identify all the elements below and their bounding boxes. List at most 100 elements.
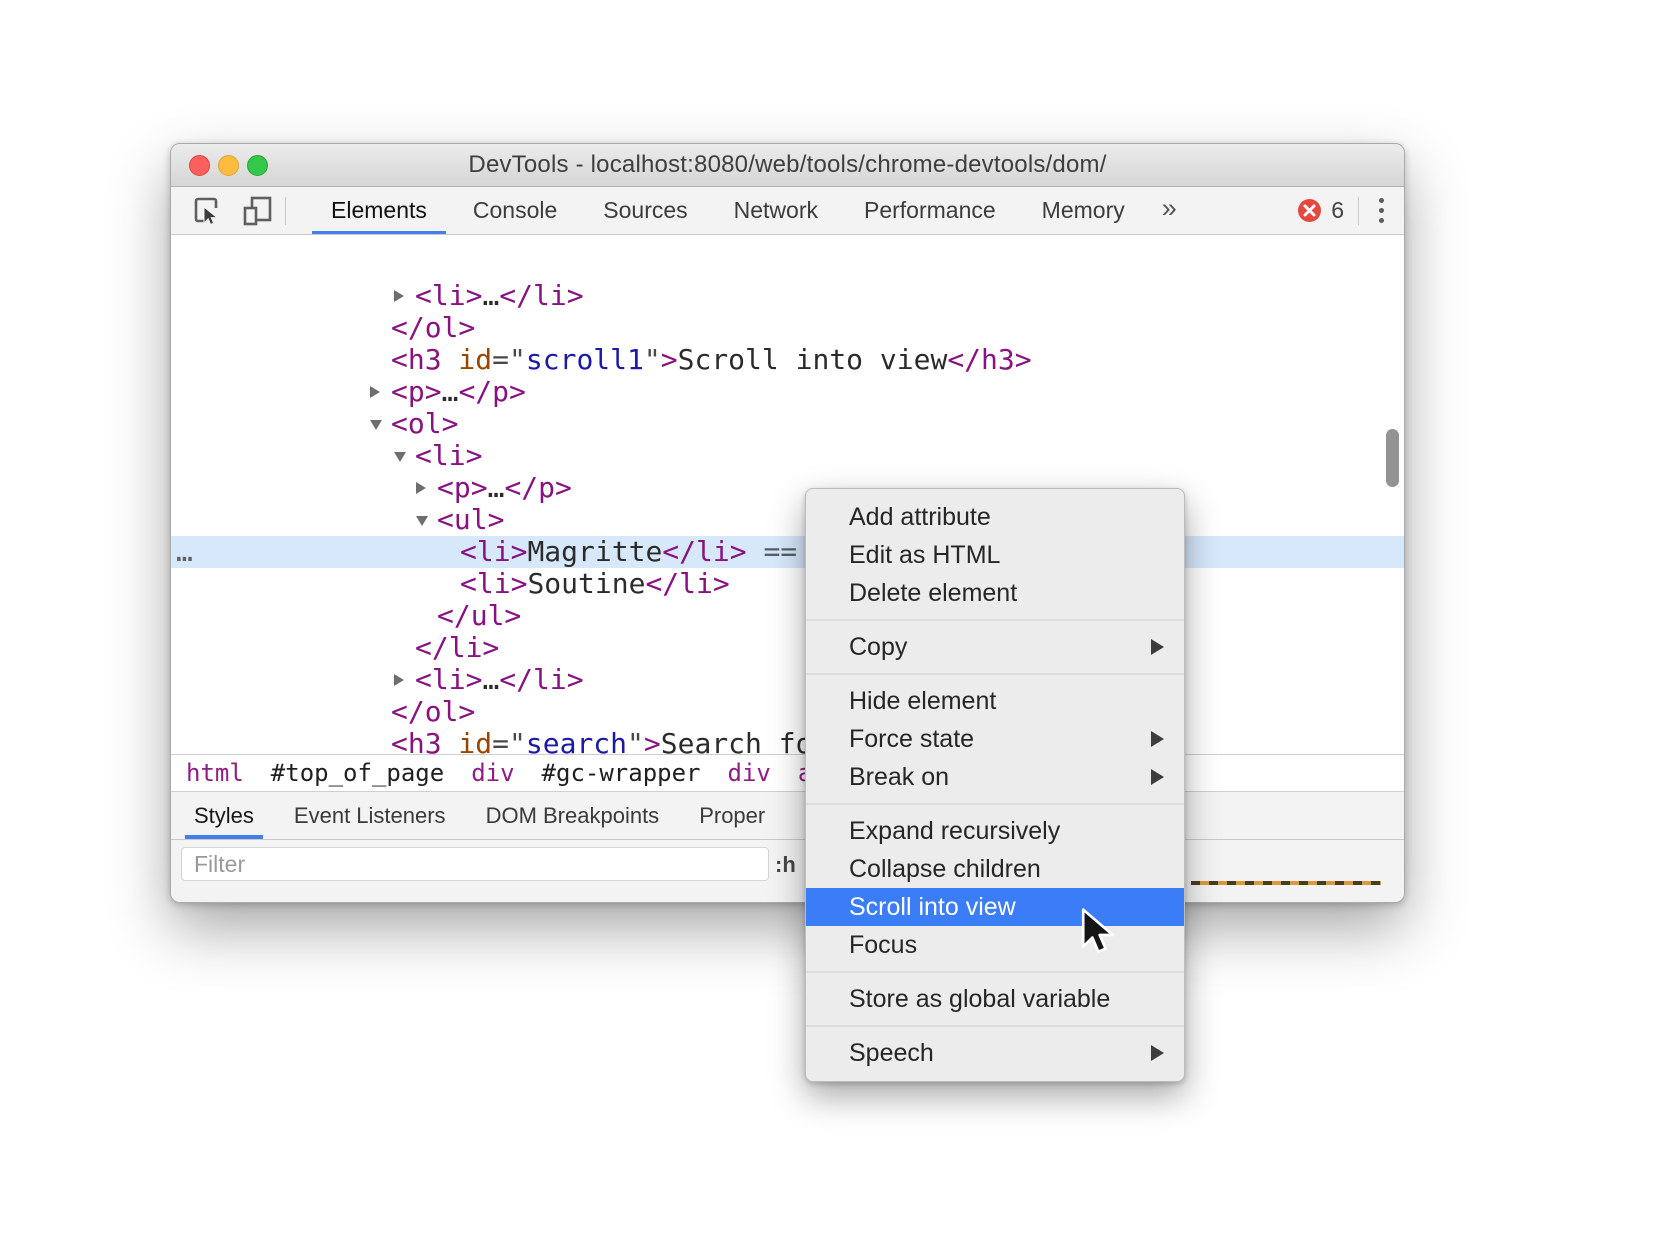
sidebar-tab-event-listeners[interactable]: Event Listeners [285,792,455,839]
dom-node-text: </li> [171,632,499,664]
dom-node-text: </ul> [171,600,521,632]
menu-item-label: Add attribute [849,503,991,532]
dom-node-row[interactable]: <h3 id="scroll1">Scroll into view</h3> [171,344,1404,376]
devtools-toolbar: ElementsConsoleSourcesNetworkPerformance… [171,187,1404,235]
dom-node-row[interactable]: <ul> [171,504,1404,536]
menu-item-edit-as-html[interactable]: Edit as HTML [806,536,1184,574]
collapse-arrow-icon[interactable] [394,452,406,462]
device-toolbar-icon[interactable] [241,194,275,228]
more-tabs-chevron[interactable]: » [1148,193,1191,224]
row-overflow-dots[interactable]: … [176,536,195,568]
menu-item-label: Speech [849,1039,934,1068]
toolbar-right: 6 [1297,197,1404,225]
sidebar-tab-proper[interactable]: Proper [690,792,774,839]
devtools-window: DevTools - localhost:8080/web/tools/chro… [170,143,1405,903]
toolbar-divider-2 [1358,197,1359,225]
dom-node-text: <li>…</li> [171,664,584,696]
breadcrumb: html#top_of_pagediv#gc-wrapperdivarticle [171,754,1404,792]
tab-console[interactable]: Console [450,187,580,234]
menu-item-force-state[interactable]: Force state [806,720,1184,758]
menu-item-label: Collapse children [849,855,1041,884]
tab-memory[interactable]: Memory [1019,187,1148,234]
dom-node-row[interactable]: <p>…</p> [171,472,1404,504]
expand-arrow-icon[interactable] [394,290,404,302]
tab-network[interactable]: Network [711,187,841,234]
dom-node-text: <ol> [171,408,458,440]
breadcrumb-item-top-of-page[interactable]: #top_of_page [271,759,444,787]
breadcrumb-item-gc-wrapper[interactable]: #gc-wrapper [542,759,701,787]
menu-separator [806,673,1184,675]
error-count: 6 [1331,197,1344,224]
menu-item-speech[interactable]: Speech [806,1034,1184,1072]
window-title: DevTools - localhost:8080/web/tools/chro… [171,151,1404,179]
menu-item-copy[interactable]: Copy [806,628,1184,666]
dom-node-text: <h3 id="search">Search for node [171,728,914,754]
menu-item-label: Copy [849,633,907,662]
dom-node-text: <li>Magritte</li> == $0 [171,536,848,568]
inspect-element-icon[interactable] [189,194,223,228]
menu-item-collapse-children[interactable]: Collapse children [806,850,1184,888]
dom-node-text: </ol> [171,312,475,344]
menu-item-focus[interactable]: Focus [806,926,1184,964]
dom-node-row[interactable]: <li>…</li> [171,280,1404,312]
expand-arrow-icon[interactable] [370,386,380,398]
toolbar-divider [285,197,286,225]
menu-item-add-attribute[interactable]: Add attribute [806,498,1184,536]
dom-node-row[interactable]: <h3 id="search">Search for node [171,728,1404,754]
vertical-scrollbar-thumb[interactable] [1386,429,1399,487]
dom-node-row[interactable]: <li>…</li> [171,664,1404,696]
menu-item-store-as-global-variable[interactable]: Store as global variable [806,980,1184,1018]
screen: { "titlebar": { "title": "DevTools - loc… [0,0,1672,1260]
styles-filter-input[interactable] [181,847,769,881]
context-menu: Add attribute Edit as HTMLDelete element C… [805,488,1185,1082]
tab-performance[interactable]: Performance [841,187,1019,234]
menu-item-label: Scroll into view [849,893,1016,922]
menu-separator [806,971,1184,973]
collapse-arrow-icon[interactable] [370,420,382,430]
more-options-icon[interactable] [1373,198,1404,223]
dom-node-row[interactable]: <li> [171,440,1404,472]
menu-item-label: Focus [849,931,917,960]
menu-item-delete-element[interactable]: Delete element [806,574,1184,612]
breadcrumb-item-div[interactable]: div [728,759,771,787]
menu-item-label: Store as global variable [849,985,1110,1014]
breadcrumb-item-div[interactable]: div [471,759,514,787]
dom-node-text: <li>Soutine</li> [171,568,730,600]
tab-sources[interactable]: Sources [580,187,710,234]
dom-node-text: <li> [171,440,482,472]
menu-separator [806,619,1184,621]
sidebar-tab-styles[interactable]: Styles [185,792,263,839]
menu-item-expand-recursively[interactable]: Expand recursively [806,812,1184,850]
dom-node-row[interactable]: <p>…</p> [171,376,1404,408]
menu-item-scroll-into-view[interactable]: Scroll into view [806,888,1184,926]
dom-node-row[interactable]: </li> [171,632,1404,664]
dom-node-text: <ul> [171,504,504,536]
sidebar-tab-dom-breakpoints[interactable]: DOM Breakpoints [477,792,669,839]
dom-node-row[interactable]: <li>Soutine</li> [171,568,1404,600]
dom-node-text: </ol> [171,696,475,728]
menu-item-hide-element[interactable]: Hide element [806,682,1184,720]
menu-separator [806,1025,1184,1027]
breadcrumb-item-html[interactable]: html [186,759,244,787]
expand-arrow-icon[interactable] [416,482,426,494]
submenu-arrow-icon [1151,769,1164,785]
menu-item-label: Force state [849,725,974,754]
dom-node-row-selected[interactable]: …<li>Magritte</li> == $0 [171,536,1404,568]
error-count-badge[interactable]: 6 [1297,197,1344,224]
metrics-dashed-border-fragment [1191,881,1381,885]
dom-node-text: <li>…</li> [171,280,584,312]
expand-arrow-icon[interactable] [394,674,404,686]
collapse-arrow-icon[interactable] [416,516,428,526]
tab-elements[interactable]: Elements [308,187,450,234]
mouse-cursor [1078,908,1118,954]
submenu-arrow-icon [1151,731,1164,747]
pseudo-state-toggle[interactable]: :h [775,852,796,878]
dom-node-row[interactable]: <ol> [171,408,1404,440]
dom-node-row[interactable]: </ol> [171,312,1404,344]
dom-node-row[interactable]: </ul> [171,600,1404,632]
menu-item-break-on[interactable]: Break on [806,758,1184,796]
menu-item-label: Hide element [849,687,996,716]
dom-node-row[interactable]: </ol> [171,696,1404,728]
error-icon [1297,198,1322,223]
submenu-arrow-icon [1151,1045,1164,1061]
